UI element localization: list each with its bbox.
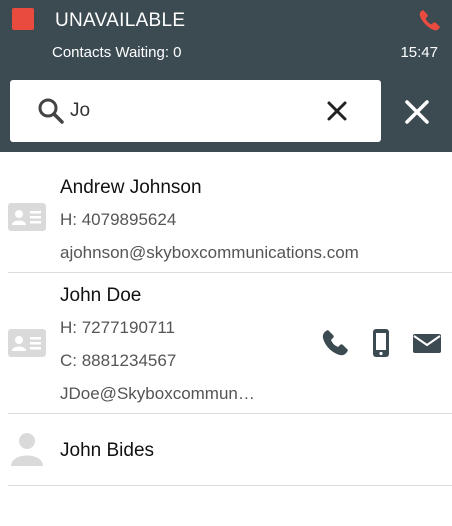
contact-home-phone: H: 4079895624 (60, 210, 177, 229)
contact-email: JDoe@Skyboxcommun… (60, 384, 255, 403)
contact-name: Andrew Johnson (60, 177, 202, 198)
contact-card-icon (8, 329, 46, 357)
search-box (10, 80, 381, 142)
contact-results: Andrew Johnson H: 4079895624 ajohnson@sk… (0, 152, 452, 486)
contacts-waiting: Contacts Waiting: 0 (52, 44, 182, 61)
clock: 15:47 (400, 44, 438, 61)
contact-cell-phone: C: 8881234567 (60, 351, 177, 370)
agent-status[interactable]: UNAVAILABLE (55, 10, 185, 32)
contact-name: John Bides (60, 440, 155, 461)
top-bar: UNAVAILABLE Contacts Waiting: 0 15:47 (0, 0, 452, 68)
status-indicator[interactable] (12, 8, 34, 30)
contact-row[interactable]: John Doe H: 7277190711 C: 8881234567 JDo… (8, 273, 452, 414)
clear-search-icon[interactable] (326, 100, 348, 122)
contact-email: ajohnson@skyboxcommunications.com (60, 243, 359, 262)
contact-card-icon (8, 203, 46, 231)
phone-icon[interactable] (320, 328, 350, 358)
contact-name: John Doe (60, 285, 142, 306)
close-search-icon[interactable] (404, 99, 430, 125)
phone-hangup-icon[interactable] (416, 6, 444, 34)
person-icon (11, 433, 43, 466)
search-input[interactable] (70, 96, 310, 126)
contact-row[interactable]: John Bides (8, 414, 452, 486)
mobile-icon[interactable] (366, 328, 396, 358)
email-icon[interactable] (412, 328, 442, 358)
search-bar (0, 68, 452, 152)
contact-row[interactable]: Andrew Johnson H: 4079895624 ajohnson@sk… (8, 152, 452, 273)
search-icon (38, 98, 64, 124)
contact-home-phone: H: 7277190711 (60, 318, 176, 337)
